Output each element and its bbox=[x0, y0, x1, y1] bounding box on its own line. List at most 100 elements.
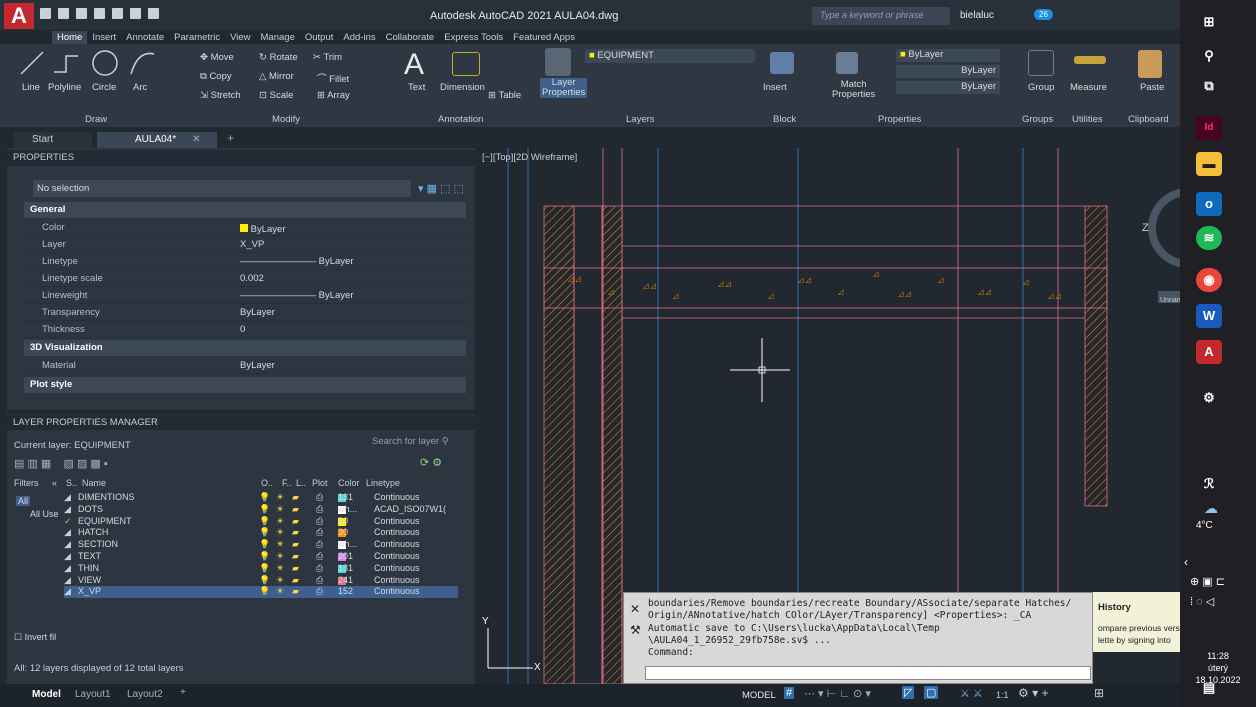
layer-plot-icon[interactable]: ⎙ bbox=[316, 551, 323, 563]
tab-express-tools[interactable]: Express Tools bbox=[439, 31, 508, 44]
annotation-visibility-icon[interactable]: ⚔ ⚔ bbox=[960, 687, 983, 700]
copy-tool[interactable]: ⧉ Copy bbox=[200, 71, 232, 82]
autocad-taskbar-icon[interactable]: A bbox=[1196, 340, 1222, 364]
tab-parametric[interactable]: Parametric bbox=[169, 31, 225, 44]
layer-on-icon[interactable]: 💡 bbox=[259, 586, 270, 598]
table-row[interactable]: ◢ THIN 💡 ☀ ▰ ⎙ 131 Continuous bbox=[64, 563, 458, 575]
layer-freeze-icon[interactable]: ☀ bbox=[276, 527, 284, 539]
lineweight-dropdown[interactable]: ByLayer bbox=[896, 65, 1000, 78]
layer-plot-icon[interactable]: ⎙ bbox=[316, 492, 323, 504]
tab-insert[interactable]: Insert bbox=[87, 31, 121, 44]
prop-row-thickness[interactable]: Thickness 0 bbox=[24, 321, 466, 338]
command-input[interactable] bbox=[645, 666, 1091, 680]
table-row[interactable]: ◢ TEXT 💡 ☀ ▰ ⎙ 201 Continuous bbox=[64, 551, 458, 563]
table-tool[interactable]: ⊞ Table bbox=[488, 90, 521, 101]
close-command-icon[interactable]: ✕ bbox=[630, 602, 640, 616]
add-layout-icon[interactable]: + bbox=[180, 687, 186, 698]
layer-on-icon[interactable]: 💡 bbox=[259, 516, 270, 528]
block-panel-title[interactable]: Block bbox=[773, 114, 796, 125]
general-section[interactable]: General bbox=[24, 202, 466, 218]
chrome-icon[interactable]: ◉ bbox=[1196, 268, 1222, 292]
layer-name[interactable]: HATCH bbox=[78, 527, 108, 539]
col-freeze[interactable]: F.. bbox=[282, 478, 292, 488]
selection-dropdown[interactable]: No selection bbox=[33, 180, 411, 197]
measure-label[interactable]: Measure bbox=[1070, 82, 1107, 93]
layer-freeze-icon[interactable]: ☀ bbox=[276, 504, 284, 516]
fillet-tool[interactable]: ⌒ Fillet bbox=[317, 71, 349, 85]
dimension-icon[interactable] bbox=[452, 52, 480, 76]
settings-icon[interactable]: ⚙ bbox=[1196, 386, 1222, 410]
layer-linetype[interactable]: Continuous bbox=[374, 586, 420, 598]
layer-lock-icon[interactable]: ▰ bbox=[292, 539, 299, 551]
windows-start-icon[interactable]: ⊞ bbox=[1196, 10, 1222, 34]
filter-all[interactable]: All bbox=[16, 496, 31, 506]
task-view-icon[interactable]: ⧉ bbox=[1196, 74, 1222, 98]
tab-annotate[interactable]: Annotate bbox=[121, 31, 169, 44]
line-label[interactable]: Line bbox=[22, 82, 40, 93]
word-icon[interactable]: W bbox=[1196, 304, 1222, 328]
col-name[interactable]: Name bbox=[82, 478, 106, 488]
scale-tool[interactable]: ⊡ Scale bbox=[259, 90, 293, 101]
layer-freeze-icon[interactable]: ☀ bbox=[276, 563, 284, 575]
prop-row-linetype[interactable]: Linetype ———————— ByLayer bbox=[24, 253, 466, 270]
arc-icon[interactable] bbox=[128, 48, 156, 78]
rotate-tool[interactable]: ↻ Rotate bbox=[259, 52, 298, 63]
layer-status-icon[interactable]: ◢ bbox=[64, 575, 71, 587]
notifications-icon[interactable]: ▤ bbox=[1196, 676, 1222, 700]
properties-header[interactable]: PROPERTIES bbox=[7, 150, 475, 166]
prop-row-material[interactable]: Material ByLayer bbox=[24, 357, 466, 374]
layer-plot-icon[interactable]: ⎙ bbox=[316, 563, 323, 575]
col-status[interactable]: S.. bbox=[66, 478, 77, 488]
layer-lock-icon[interactable]: ▰ bbox=[292, 563, 299, 575]
col-on[interactable]: O.. bbox=[261, 478, 273, 488]
col-linetype[interactable]: Linetype bbox=[366, 478, 400, 488]
autocad-logo-icon[interactable]: A bbox=[4, 3, 34, 29]
prop-row-lineweight[interactable]: Lineweight ———————— ByLayer bbox=[24, 287, 466, 304]
groups-panel-title[interactable]: Groups bbox=[1022, 114, 1053, 125]
layer-linetype[interactable]: Continuous bbox=[374, 563, 420, 575]
chevron-left-icon[interactable]: ‹ bbox=[1184, 555, 1188, 569]
prop-row-layer[interactable]: Layer X_VP bbox=[24, 236, 466, 253]
layer-properties-icon[interactable] bbox=[545, 48, 571, 76]
layer-lock-icon[interactable]: ▰ bbox=[292, 492, 299, 504]
tab-home[interactable]: Home bbox=[52, 31, 88, 44]
annotation-panel-title[interactable]: Annotation bbox=[438, 114, 483, 125]
customize-icon[interactable]: ⊞ bbox=[1094, 686, 1104, 700]
save-as-icon[interactable] bbox=[94, 8, 105, 19]
layer-toolbar[interactable]: ▤ ▥ ▦ ▧ ▨ ▩ ▪ bbox=[14, 457, 108, 470]
layer-search-input[interactable]: Search for layer ⚲ bbox=[372, 436, 449, 447]
layer-plot-icon[interactable]: ⎙ bbox=[316, 575, 323, 587]
layer-status-icon[interactable]: ✓ bbox=[64, 516, 72, 528]
trim-tool[interactable]: ✂ Trim bbox=[313, 52, 342, 63]
indesign-icon[interactable]: Id bbox=[1196, 116, 1222, 140]
col-plot[interactable]: Plot bbox=[312, 478, 328, 488]
viewport-controls[interactable]: [−][Top][2D Wireframe] bbox=[482, 152, 577, 163]
selection-cycling-icon[interactable]: ▢ bbox=[924, 686, 939, 699]
layer-freeze-icon[interactable]: ☀ bbox=[276, 551, 284, 563]
table-row[interactable]: ◢ DOTS 💡 ☀ ▰ ⎙ wh... ACAD_ISO07W1( bbox=[64, 504, 458, 516]
layer-status-icon[interactable]: ◢ bbox=[64, 504, 71, 516]
text-icon[interactable]: A bbox=[404, 48, 424, 82]
layer-lock-icon[interactable]: ▰ bbox=[292, 551, 299, 563]
layer-properties-button[interactable]: Layer Properties bbox=[540, 78, 588, 98]
layer-linetype[interactable]: ACAD_ISO07W1( bbox=[374, 504, 446, 516]
workspace-gear-icon[interactable]: ⚙ ▾ + bbox=[1018, 686, 1048, 700]
outlook-icon[interactable]: o bbox=[1196, 192, 1222, 216]
linetype-dropdown[interactable]: ByLayer bbox=[896, 81, 1000, 94]
layer-lock-icon[interactable]: ▰ bbox=[292, 516, 299, 528]
model-space-button[interactable]: MODEL bbox=[742, 690, 776, 701]
plot-style-section[interactable]: Plot style bbox=[24, 377, 466, 393]
circle-label[interactable]: Circle bbox=[92, 82, 116, 93]
layer-freeze-icon[interactable]: ☀ bbox=[276, 586, 284, 598]
layer-dropdown[interactable]: ■ EQUIPMENT bbox=[585, 49, 755, 63]
utilities-panel-title[interactable]: Utilities bbox=[1072, 114, 1103, 125]
layer-plot-icon[interactable]: ⎙ bbox=[316, 586, 323, 598]
group-label[interactable]: Group bbox=[1028, 82, 1054, 93]
layer-plot-icon[interactable]: ⎙ bbox=[316, 504, 323, 516]
layer-on-icon[interactable]: 💡 bbox=[259, 504, 270, 516]
table-row[interactable]: ◢ SECTION 💡 ☀ ▰ ⎙ wh... Continuous bbox=[64, 539, 458, 551]
filters-header[interactable]: Filters bbox=[14, 478, 39, 488]
arc-label[interactable]: Arc bbox=[133, 82, 147, 93]
user-name[interactable]: bielaluc bbox=[960, 10, 994, 21]
table-row[interactable]: ◢ HATCH 💡 ☀ ▰ ⎙ 30 Continuous bbox=[64, 527, 458, 539]
